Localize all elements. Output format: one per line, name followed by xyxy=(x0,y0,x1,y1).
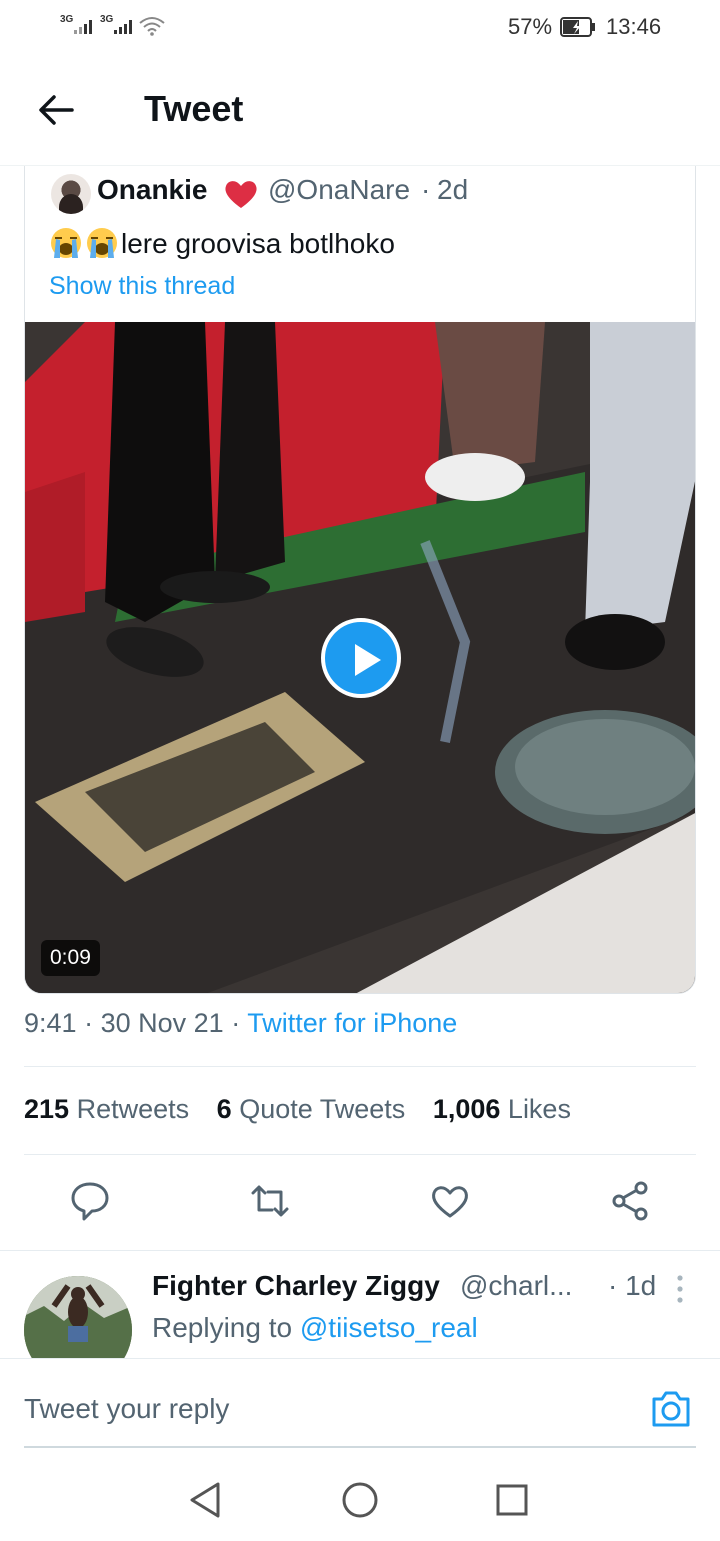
retweets-label: Retweets xyxy=(76,1094,190,1124)
divider xyxy=(0,1250,720,1251)
wifi-icon xyxy=(139,17,165,36)
quote-tweets-stat[interactable]: 6 Quote Tweets xyxy=(217,1094,406,1124)
video-player[interactable]: 0:09 xyxy=(25,322,695,993)
reply-author-name[interactable]: Fighter Charley Ziggy xyxy=(152,1270,440,1302)
divider xyxy=(24,1154,696,1155)
crying-face-emoji-icon xyxy=(51,228,81,258)
app-header: Tweet xyxy=(0,56,720,166)
nav-recents-icon[interactable] xyxy=(492,1480,532,1520)
quoted-time-separator: · xyxy=(421,174,431,205)
camera-icon[interactable] xyxy=(650,1389,692,1429)
reply-time: · 1d xyxy=(608,1270,657,1301)
system-navigation-bar xyxy=(0,1460,720,1541)
reply-author-handle[interactable]: @charl... xyxy=(460,1270,572,1302)
compose-bar: Tweet your reply xyxy=(0,1358,720,1448)
likes-count: 1,006 xyxy=(432,1094,501,1124)
quoted-tweet-card[interactable]: Onankie @OnaNare · 2d lere groovisa botl… xyxy=(24,166,696,994)
replying-mention-link[interactable]: @tiisetso_real xyxy=(300,1312,478,1343)
likes-stat[interactable]: 1,006 Likes xyxy=(433,1094,571,1124)
reply-input[interactable]: Tweet your reply xyxy=(24,1393,229,1425)
page-title: Tweet xyxy=(144,88,244,129)
more-icon[interactable] xyxy=(674,1274,686,1304)
meta-separator: · xyxy=(84,1008,94,1038)
tweet-meta: 9:41 · 30 Nov 21 · Twitter for iPhone xyxy=(24,1008,457,1039)
show-thread-link[interactable]: Show this thread xyxy=(49,272,235,301)
tweet-time: 9:41 xyxy=(24,1008,77,1038)
compose-underline xyxy=(24,1446,696,1448)
tweet-stats: 215 Retweets 6 Quote Tweets 1,006 Likes xyxy=(24,1094,591,1125)
retweets-count: 215 xyxy=(24,1094,70,1124)
tweet-date: 30 Nov 21 xyxy=(100,1008,224,1038)
heart-emoji-icon xyxy=(225,181,257,208)
tweet-source-link[interactable]: Twitter for iPhone xyxy=(247,1008,457,1038)
retweets-stat[interactable]: 215 Retweets xyxy=(24,1094,189,1124)
quote-tweets-label: Quote Tweets xyxy=(239,1094,406,1124)
divider xyxy=(24,1066,696,1067)
signal-label-2: 3G xyxy=(100,14,114,25)
signal-label-1: 3G xyxy=(60,14,74,25)
quoted-author-handle[interactable]: @OnaNare xyxy=(268,174,410,206)
battery-percent: 57% xyxy=(508,14,553,39)
quote-tweets-count: 6 xyxy=(216,1094,232,1124)
share-icon[interactable] xyxy=(610,1180,650,1222)
video-duration-badge: 0:09 xyxy=(41,940,100,976)
nav-back-icon[interactable] xyxy=(186,1480,226,1520)
status-bar: 3G 3G 57% 13:46 xyxy=(0,0,720,56)
reply-tweet[interactable]: Fighter Charley Ziggy @charl... · 1d Rep… xyxy=(0,1252,720,1358)
replying-to: Replying to @tiisetso_real xyxy=(152,1312,478,1344)
back-arrow-icon[interactable] xyxy=(36,92,76,128)
quoted-author-avatar[interactable] xyxy=(51,174,91,214)
signal-2-icon xyxy=(114,18,132,34)
likes-label: Likes xyxy=(507,1094,571,1124)
tweet-actions xyxy=(0,1180,720,1226)
signal-1-icon xyxy=(74,18,92,34)
crying-face-emoji-icon xyxy=(87,228,117,258)
like-icon[interactable] xyxy=(430,1180,470,1222)
reply-icon[interactable] xyxy=(70,1180,110,1222)
replying-prefix: Replying to xyxy=(152,1312,293,1343)
quoted-tweet-text: lere groovisa botlhoko xyxy=(121,228,395,259)
reply-author-avatar[interactable] xyxy=(24,1276,132,1358)
quoted-author-name[interactable]: Onankie xyxy=(97,174,207,206)
quoted-tweet-time: 2d xyxy=(437,174,469,205)
retweet-icon[interactable] xyxy=(250,1180,290,1222)
play-icon[interactable] xyxy=(321,618,401,698)
battery-icon xyxy=(560,17,595,37)
clock: 13:46 xyxy=(606,14,662,39)
meta-separator: · xyxy=(231,1008,241,1038)
nav-home-icon[interactable] xyxy=(340,1480,380,1520)
